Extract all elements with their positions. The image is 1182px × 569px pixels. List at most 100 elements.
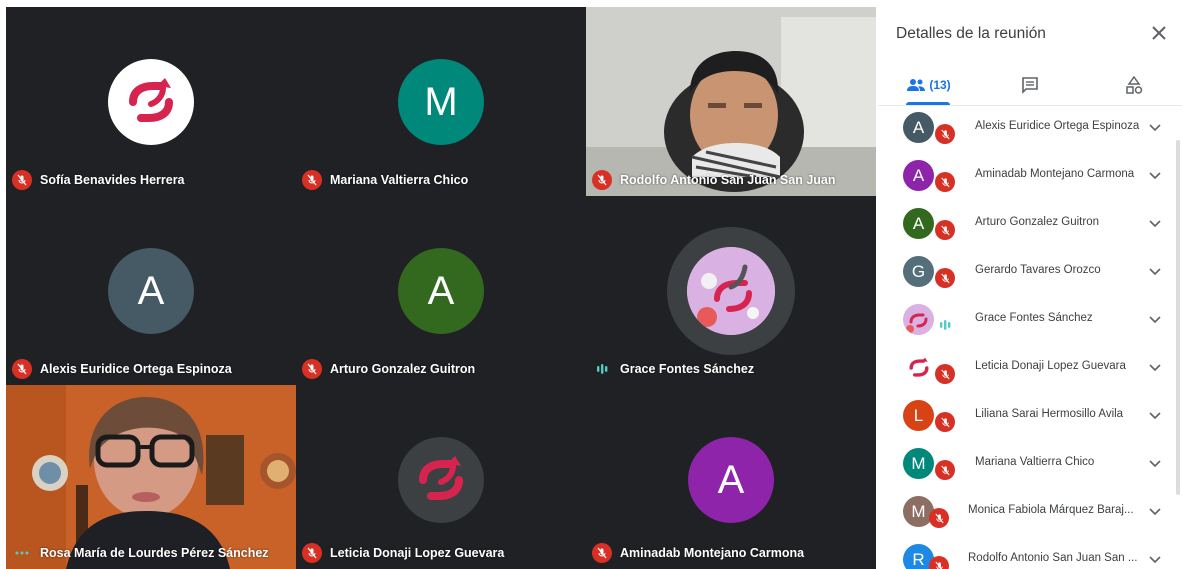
tab-chat[interactable] [1006, 64, 1054, 106]
participant-tile[interactable]: A Arturo Gonzalez Guitron [296, 196, 586, 385]
arrow-logo-icon [419, 456, 463, 500]
participant-tile[interactable]: Sofía Benavides Herrera [6, 7, 296, 196]
close-icon [1152, 26, 1166, 40]
arrow-logo-icon [908, 357, 929, 377]
avatar: M [903, 448, 934, 479]
audio-level-icon [592, 359, 612, 379]
mic-off-icon [935, 460, 955, 480]
mic-off-icon [302, 359, 322, 379]
participant-row[interactable]: R Rodolfo Antonio San Juan San ... [878, 538, 1168, 569]
participant-name: Gerardo Tavares Orozco [975, 264, 1101, 276]
expand-button[interactable] [1146, 359, 1164, 377]
tile-namebar: Sofía Benavides Herrera [12, 170, 290, 190]
expand-button[interactable] [1146, 119, 1164, 137]
tile-namebar: Alexis Euridice Ortega Espinoza [12, 359, 290, 379]
letter-avatar: A [398, 248, 484, 334]
tile-namebar: Mariana Valtierra Chico [302, 170, 580, 190]
participant-name: Alexis Euridice Ortega Espinoza [40, 362, 232, 376]
chevron-down-icon [1149, 364, 1161, 372]
mic-off-icon [935, 172, 955, 192]
tab-activities[interactable] [1110, 64, 1158, 106]
participants-list: A Alexis Euridice Ortega Espinoza A Amin… [878, 106, 1182, 569]
participant-tile[interactable]: Grace Fontes Sánchez [586, 196, 876, 385]
letter-avatar: A [108, 248, 194, 334]
mic-off-icon [935, 268, 955, 288]
mic-off-icon [12, 359, 32, 379]
meeting-details-panel: Detalles de la reunión (13) A Alexis Eur… [878, 0, 1182, 569]
scrollbar[interactable] [1176, 140, 1180, 495]
chevron-down-icon [1149, 124, 1161, 132]
avatar: A [903, 112, 934, 143]
mic-off-icon [302, 170, 322, 190]
expand-button[interactable] [1146, 455, 1164, 473]
participant-video-tile[interactable]: Rodolfo Antonio San Juan San Juan [586, 7, 876, 196]
participant-tile[interactable]: A Alexis Euridice Ortega Espinoza [6, 196, 296, 385]
expand-button[interactable] [1146, 503, 1164, 521]
logo-avatar [903, 352, 934, 383]
chevron-down-icon [1149, 460, 1161, 468]
expand-button[interactable] [1146, 551, 1164, 569]
camera-feed [6, 385, 296, 569]
chevron-down-icon [1149, 412, 1161, 420]
chevron-down-icon [1149, 316, 1161, 324]
mic-off-icon [592, 543, 612, 563]
mic-off-icon [935, 364, 955, 384]
participant-name: Grace Fontes Sánchez [620, 362, 755, 376]
logo-avatar [108, 59, 194, 145]
chat-icon [1022, 77, 1038, 94]
panel-tabs: (13) [878, 64, 1182, 106]
participant-row[interactable]: G Gerardo Tavares Orozco [878, 250, 1168, 298]
mic-off-icon [935, 124, 955, 144]
participant-video-tile[interactable]: Rosa María de Lourdes Pérez Sánchez [6, 385, 296, 569]
close-button[interactable] [1148, 22, 1170, 44]
participant-row[interactable]: A Aminadab Montejano Carmona [878, 154, 1168, 202]
participant-row[interactable]: M Mariana Valtierra Chico [878, 442, 1168, 490]
audio-level-icon [938, 318, 952, 337]
avatar: A [903, 160, 934, 191]
tile-namebar: Grace Fontes Sánchez [592, 359, 870, 379]
participant-name: Arturo Gonzalez Guitron [975, 216, 1100, 228]
letter-avatar: A [688, 437, 774, 523]
mic-off-icon [592, 170, 612, 190]
participant-row[interactable]: Grace Fontes Sánchez [878, 298, 1168, 346]
participant-name: Rodolfo Antonio San Juan San Juan [620, 173, 836, 187]
participant-row[interactable]: M Monica Fabiola Márquez Baraj... [878, 490, 1168, 538]
mic-off-icon [302, 543, 322, 563]
participant-name: Rosa María de Lourdes Pérez Sánchez [40, 546, 269, 560]
participant-tile[interactable]: Leticia Donaji Lopez Guevara [296, 385, 586, 569]
participant-row[interactable]: Leticia Donaji Lopez Guevara [878, 346, 1168, 394]
expand-button[interactable] [1146, 263, 1164, 281]
expand-button[interactable] [1146, 167, 1164, 185]
mic-off-icon [929, 556, 949, 569]
chevron-down-icon [1149, 508, 1161, 516]
tile-namebar: Aminadab Montejano Carmona [592, 543, 870, 563]
participant-name: Leticia Donaji Lopez Guevara [330, 546, 505, 560]
participant-name: Sofía Benavides Herrera [40, 173, 185, 187]
participant-name: Mariana Valtierra Chico [975, 456, 1095, 468]
photo-avatar [903, 304, 934, 335]
participant-name: Monica Fabiola Márquez Baraj... [968, 504, 1134, 516]
participant-name: Aminadab Montejano Carmona [975, 168, 1135, 180]
expand-button[interactable] [1146, 407, 1164, 425]
logo-avatar [398, 437, 484, 523]
participant-tile[interactable]: A Aminadab Montejano Carmona [586, 385, 876, 569]
chevron-down-icon [1149, 220, 1161, 228]
avatar: G [903, 256, 934, 287]
tile-namebar: Arturo Gonzalez Guitron [302, 359, 580, 379]
expand-button[interactable] [1146, 215, 1164, 233]
participant-name: Alexis Euridice Ortega Espinoza [975, 120, 1140, 132]
participant-name: Leticia Donaji Lopez Guevara [975, 360, 1126, 372]
chevron-down-icon [1149, 556, 1161, 564]
participant-tile[interactable]: M Mariana Valtierra Chico [296, 7, 586, 196]
participant-name: Aminadab Montejano Carmona [620, 546, 805, 560]
more-dots-icon [12, 543, 32, 563]
panel-title: Detalles de la reunión [896, 25, 1046, 42]
participant-row[interactable]: A Arturo Gonzalez Guitron [878, 202, 1168, 250]
avatar: L [903, 400, 934, 431]
arrow-logo-icon [129, 78, 173, 122]
letter-avatar: M [398, 59, 484, 145]
participant-row[interactable]: A Alexis Euridice Ortega Espinoza [878, 106, 1168, 154]
participant-row[interactable]: L Liliana Sarai Hermosillo Avila [878, 394, 1168, 442]
tab-people[interactable]: (13) [898, 64, 960, 106]
expand-button[interactable] [1146, 311, 1164, 329]
